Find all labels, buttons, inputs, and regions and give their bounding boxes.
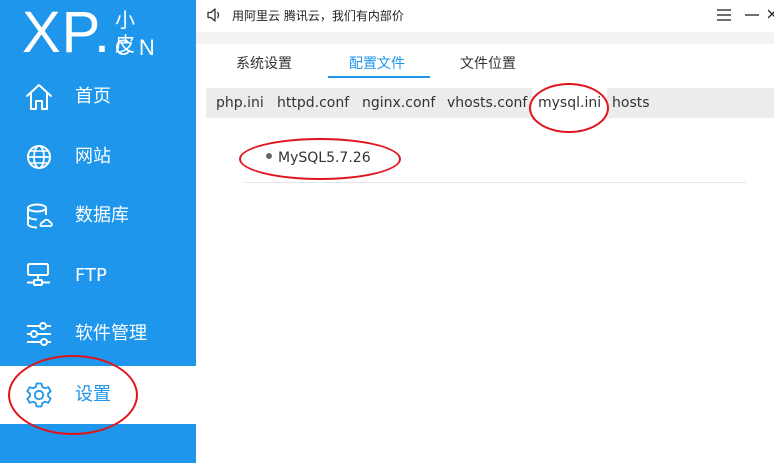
sidebar-item-label: 数据库	[75, 205, 129, 226]
subtab-hosts[interactable]: hosts	[612, 88, 650, 118]
globe-icon	[27, 145, 51, 169]
sidebar-item-database[interactable]: 数据库	[0, 187, 196, 245]
sidebar-item-settings[interactable]: 设置	[0, 366, 196, 424]
divider	[244, 182, 746, 183]
subtab-httpd-conf[interactable]: httpd.conf	[277, 88, 349, 118]
active-tab-indicator	[328, 76, 430, 78]
subtab-php-ini[interactable]: php.ini	[216, 88, 264, 118]
subtab-mysql-ini[interactable]: mysql.ini	[532, 88, 608, 118]
tab-file-location[interactable]: 文件位置	[460, 54, 516, 74]
ftp-icon	[27, 263, 50, 286]
menu-icon[interactable]	[716, 8, 732, 22]
gear-icon	[26, 382, 52, 408]
speaker-icon	[207, 8, 220, 22]
database-icon	[27, 203, 53, 229]
sidebar-item-home[interactable]: 首页	[0, 68, 196, 126]
config-content: MySQL5.7.26	[206, 118, 774, 463]
tab-system-settings[interactable]: 系统设置	[236, 54, 292, 74]
sidebar-item-label: 设置	[75, 384, 111, 405]
sidebar-item-label: FTP	[75, 265, 107, 286]
sidebar-item-label: 网站	[75, 146, 111, 167]
minimize-icon[interactable]	[744, 8, 760, 22]
notice-text[interactable]: 用阿里云 腾讯云，我们有内部价	[232, 8, 404, 24]
subtab-nginx-conf[interactable]: nginx.conf	[362, 88, 435, 118]
sidebar: XP. 小皮 CN 首页 网站 数据库 FTP 软件管理 设置	[0, 0, 196, 463]
close-icon[interactable]	[768, 6, 774, 22]
sidebar-item-website[interactable]: 网站	[0, 128, 196, 186]
sidebar-item-software[interactable]: 软件管理	[0, 305, 196, 363]
sidebar-item-label: 软件管理	[75, 323, 147, 344]
sidebar-item-label: 首页	[75, 86, 111, 107]
top-bar: 用阿里云 腾讯云，我们有内部价	[196, 0, 774, 32]
app-window: XP. 小皮 CN 首页 网站 数据库 FTP 软件管理 设置 用阿里云 腾讯云…	[0, 0, 774, 463]
tab-config-files[interactable]: 配置文件	[349, 54, 405, 74]
sliders-icon	[27, 322, 51, 346]
home-icon	[26, 84, 52, 110]
config-file-tabs: php.ini httpd.conf nginx.conf vhosts.con…	[206, 88, 774, 118]
logo-cn-text: CN	[115, 35, 163, 60]
header-divider	[196, 32, 774, 44]
bullet-icon	[266, 153, 272, 159]
subtab-vhosts-conf[interactable]: vhosts.conf	[447, 88, 527, 118]
tab-bar: 系统设置 配置文件 文件位置	[206, 44, 774, 84]
sidebar-item-ftp[interactable]: FTP	[0, 247, 196, 305]
logo-main: XP.	[22, 0, 112, 65]
mysql-version-item[interactable]: MySQL5.7.26	[266, 148, 371, 168]
version-label: MySQL5.7.26	[278, 150, 371, 166]
